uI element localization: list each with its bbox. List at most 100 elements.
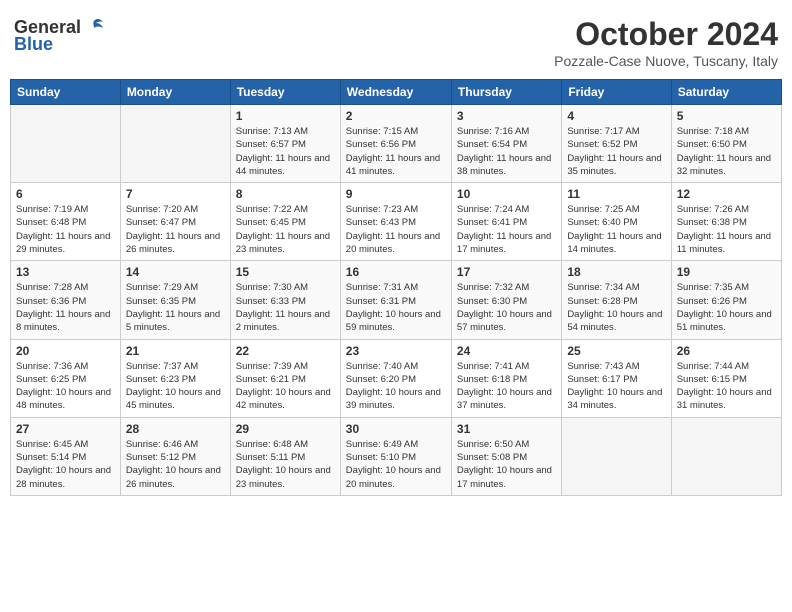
day-number: 30 — [346, 422, 446, 436]
day-info: Sunrise: 7:20 AMSunset: 6:47 PMDaylight:… — [126, 203, 225, 256]
day-info: Sunrise: 7:37 AMSunset: 6:23 PMDaylight:… — [126, 360, 225, 413]
day-info: Sunrise: 7:35 AMSunset: 6:26 PMDaylight:… — [677, 281, 776, 334]
table-row: 19 Sunrise: 7:35 AMSunset: 6:26 PMDayligh… — [671, 261, 781, 339]
day-number: 12 — [677, 187, 776, 201]
day-info: Sunrise: 6:49 AMSunset: 5:10 PMDaylight:… — [346, 438, 446, 491]
col-wednesday: Wednesday — [340, 80, 451, 105]
day-number: 21 — [126, 344, 225, 358]
day-info: Sunrise: 7:30 AMSunset: 6:33 PMDaylight:… — [236, 281, 335, 334]
day-number: 13 — [16, 265, 115, 279]
day-info: Sunrise: 7:34 AMSunset: 6:28 PMDaylight:… — [567, 281, 665, 334]
table-row: 31Sunrise: 6:50 AMSunset: 5:08 PMDayligh… — [451, 417, 561, 495]
table-row: 7 Sunrise: 7:20 AMSunset: 6:47 PMDaylight… — [120, 183, 230, 261]
day-number: 15 — [236, 265, 335, 279]
calendar-header-row: Sunday Monday Tuesday Wednesday Thursday… — [11, 80, 782, 105]
table-row: 6 Sunrise: 7:19 AMSunset: 6:48 PMDaylight… — [11, 183, 121, 261]
table-row: 26 Sunrise: 7:44 AMSunset: 6:15 PMDayligh… — [671, 339, 781, 417]
table-row — [11, 105, 121, 183]
table-row: 14Sunrise: 7:29 AMSunset: 6:35 PMDayligh… — [120, 261, 230, 339]
table-row: 18Sunrise: 7:34 AMSunset: 6:28 PMDayligh… — [562, 261, 671, 339]
calendar-week-row: 20Sunrise: 7:36 AMSunset: 6:25 PMDayligh… — [11, 339, 782, 417]
col-sunday: Sunday — [11, 80, 121, 105]
day-number: 24 — [457, 344, 556, 358]
table-row: 23 Sunrise: 7:40 AMSunset: 6:20 PMDayligh… — [340, 339, 451, 417]
day-number: 22 — [236, 344, 335, 358]
day-number: 8 — [236, 187, 335, 201]
day-number: 19 — [677, 265, 776, 279]
table-row: 4 Sunrise: 7:17 AMSunset: 6:52 PMDaylight… — [562, 105, 671, 183]
calendar-week-row: 13 Sunrise: 7:28 AMSunset: 6:36 PMDayligh… — [11, 261, 782, 339]
title-section: October 2024 Pozzale-Case Nuove, Tuscany… — [554, 16, 778, 69]
day-info: Sunrise: 7:31 AMSunset: 6:31 PMDaylight:… — [346, 281, 446, 334]
day-number: 4 — [567, 109, 665, 123]
day-info: Sunrise: 7:28 AMSunset: 6:36 PMDaylight:… — [16, 281, 115, 334]
day-number: 10 — [457, 187, 556, 201]
day-info: Sunrise: 7:41 AMSunset: 6:18 PMDaylight:… — [457, 360, 556, 413]
table-row: 20Sunrise: 7:36 AMSunset: 6:25 PMDayligh… — [11, 339, 121, 417]
day-info: Sunrise: 7:32 AMSunset: 6:30 PMDaylight:… — [457, 281, 556, 334]
day-number: 6 — [16, 187, 115, 201]
col-thursday: Thursday — [451, 80, 561, 105]
table-row: 25 Sunrise: 7:43 AMSunset: 6:17 PMDayligh… — [562, 339, 671, 417]
table-row: 8 Sunrise: 7:22 AMSunset: 6:45 PMDaylight… — [230, 183, 340, 261]
day-info: Sunrise: 7:24 AMSunset: 6:41 PMDaylight:… — [457, 203, 556, 256]
table-row: 15 Sunrise: 7:30 AMSunset: 6:33 PMDayligh… — [230, 261, 340, 339]
day-info: Sunrise: 7:17 AMSunset: 6:52 PMDaylight:… — [567, 125, 665, 178]
page-header: General Blue October 2024 Pozzale-Case N… — [10, 10, 782, 75]
day-number: 7 — [126, 187, 225, 201]
location-text: Pozzale-Case Nuove, Tuscany, Italy — [554, 53, 778, 69]
table-row: 3 Sunrise: 7:16 AMSunset: 6:54 PMDaylight… — [451, 105, 561, 183]
day-info: Sunrise: 7:25 AMSunset: 6:40 PMDaylight:… — [567, 203, 665, 256]
day-info: Sunrise: 6:50 AMSunset: 5:08 PMDaylight:… — [457, 438, 556, 491]
table-row: 9 Sunrise: 7:23 AMSunset: 6:43 PMDaylight… — [340, 183, 451, 261]
day-info: Sunrise: 7:15 AMSunset: 6:56 PMDaylight:… — [346, 125, 446, 178]
logo-bird-icon — [83, 16, 105, 38]
table-row: 27Sunrise: 6:45 AMSunset: 5:14 PMDayligh… — [11, 417, 121, 495]
table-row: 12 Sunrise: 7:26 AMSunset: 6:38 PMDayligh… — [671, 183, 781, 261]
table-row: 5Sunrise: 7:18 AMSunset: 6:50 PMDaylight… — [671, 105, 781, 183]
day-number: 23 — [346, 344, 446, 358]
table-row: 2 Sunrise: 7:15 AMSunset: 6:56 PMDaylight… — [340, 105, 451, 183]
table-row: 16 Sunrise: 7:31 AMSunset: 6:31 PMDayligh… — [340, 261, 451, 339]
day-info: Sunrise: 7:43 AMSunset: 6:17 PMDaylight:… — [567, 360, 665, 413]
table-row: 30 Sunrise: 6:49 AMSunset: 5:10 PMDayligh… — [340, 417, 451, 495]
day-number: 28 — [126, 422, 225, 436]
day-number: 11 — [567, 187, 665, 201]
day-number: 3 — [457, 109, 556, 123]
logo: General Blue — [14, 16, 105, 55]
calendar-week-row: 6 Sunrise: 7:19 AMSunset: 6:48 PMDaylight… — [11, 183, 782, 261]
logo-blue-text: Blue — [14, 34, 53, 55]
table-row: 22 Sunrise: 7:39 AMSunset: 6:21 PMDayligh… — [230, 339, 340, 417]
day-info: Sunrise: 7:23 AMSunset: 6:43 PMDaylight:… — [346, 203, 446, 256]
col-tuesday: Tuesday — [230, 80, 340, 105]
col-saturday: Saturday — [671, 80, 781, 105]
day-number: 25 — [567, 344, 665, 358]
table-row: 1 Sunrise: 7:13 AMSunset: 6:57 PMDaylight… — [230, 105, 340, 183]
day-number: 1 — [236, 109, 335, 123]
day-info: Sunrise: 7:26 AMSunset: 6:38 PMDaylight:… — [677, 203, 776, 256]
day-number: 16 — [346, 265, 446, 279]
table-row: 21 Sunrise: 7:37 AMSunset: 6:23 PMDayligh… — [120, 339, 230, 417]
month-title: October 2024 — [554, 16, 778, 53]
day-info: Sunrise: 6:48 AMSunset: 5:11 PMDaylight:… — [236, 438, 335, 491]
day-number: 9 — [346, 187, 446, 201]
col-monday: Monday — [120, 80, 230, 105]
day-info: Sunrise: 7:29 AMSunset: 6:35 PMDaylight:… — [126, 281, 225, 334]
col-friday: Friday — [562, 80, 671, 105]
day-info: Sunrise: 7:13 AMSunset: 6:57 PMDaylight:… — [236, 125, 335, 178]
day-info: Sunrise: 7:19 AMSunset: 6:48 PMDaylight:… — [16, 203, 115, 256]
table-row: 24 Sunrise: 7:41 AMSunset: 6:18 PMDayligh… — [451, 339, 561, 417]
day-info: Sunrise: 7:39 AMSunset: 6:21 PMDaylight:… — [236, 360, 335, 413]
day-info: Sunrise: 7:18 AMSunset: 6:50 PMDaylight:… — [677, 125, 776, 178]
table-row — [671, 417, 781, 495]
day-number: 26 — [677, 344, 776, 358]
day-info: Sunrise: 7:40 AMSunset: 6:20 PMDaylight:… — [346, 360, 446, 413]
table-row: 10 Sunrise: 7:24 AMSunset: 6:41 PMDayligh… — [451, 183, 561, 261]
day-info: Sunrise: 7:22 AMSunset: 6:45 PMDaylight:… — [236, 203, 335, 256]
day-number: 29 — [236, 422, 335, 436]
day-info: Sunrise: 7:16 AMSunset: 6:54 PMDaylight:… — [457, 125, 556, 178]
day-info: Sunrise: 7:44 AMSunset: 6:15 PMDaylight:… — [677, 360, 776, 413]
table-row: 11 Sunrise: 7:25 AMSunset: 6:40 PMDayligh… — [562, 183, 671, 261]
day-number: 2 — [346, 109, 446, 123]
calendar-week-row: 1 Sunrise: 7:13 AMSunset: 6:57 PMDaylight… — [11, 105, 782, 183]
